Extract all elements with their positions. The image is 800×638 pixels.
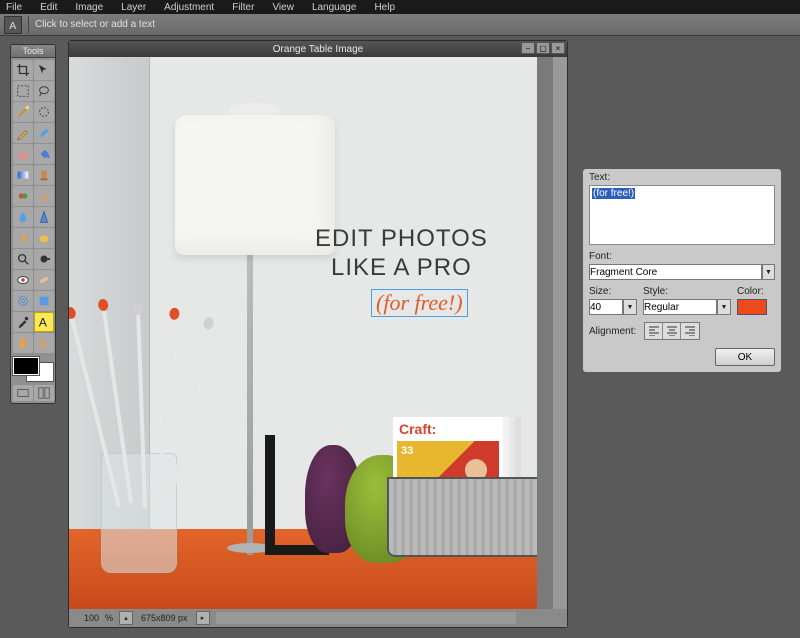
- options-prompt: Click to select or add a text: [35, 19, 155, 30]
- separator: [28, 16, 29, 34]
- foreground-swatch[interactable]: [13, 357, 39, 375]
- style-select[interactable]: [643, 299, 717, 315]
- text-tool-indicator-icon: A: [4, 16, 22, 34]
- crop-tool[interactable]: [13, 60, 33, 80]
- maximize-button[interactable]: ▢: [536, 42, 550, 54]
- tools-palette: Tools A: [10, 44, 56, 404]
- photo-content: Craft: 33 EDIT PHOTOSLIKE A PRO (for fre…: [69, 57, 537, 609]
- document-titlebar[interactable]: Orange Table Image – ▢ ×: [69, 41, 567, 57]
- draw-tool[interactable]: [34, 186, 54, 206]
- magazine-number: 33: [401, 445, 413, 457]
- style-dropdown-icon[interactable]: ▼: [717, 299, 731, 315]
- lasso-tool[interactable]: [34, 81, 54, 101]
- canvas-dimensions: 675x809 px: [135, 613, 194, 623]
- pencil-tool[interactable]: [13, 123, 33, 143]
- eyedropper-tool[interactable]: [13, 312, 33, 332]
- color-label: Color:: [737, 286, 767, 297]
- size-dropdown-icon[interactable]: ▼: [623, 299, 637, 315]
- smudge-tool[interactable]: [13, 228, 33, 248]
- brush-select-tool[interactable]: [34, 102, 54, 122]
- overlay-heading[interactable]: EDIT PHOTOSLIKE A PRO: [315, 225, 488, 283]
- palette-button-left[interactable]: [13, 385, 33, 401]
- style-label: Style:: [643, 286, 731, 297]
- heal-tool[interactable]: [34, 270, 54, 290]
- gradient-tool[interactable]: [13, 165, 33, 185]
- shape-tool[interactable]: [34, 291, 54, 311]
- clone-tool[interactable]: [34, 165, 54, 185]
- text-label: Text:: [589, 172, 775, 183]
- horizontal-scrollbar[interactable]: [216, 612, 516, 624]
- menu-bar: File Edit Image Layer Adjustment Filter …: [0, 0, 800, 14]
- align-left-button[interactable]: [645, 323, 663, 339]
- palette-button-right[interactable]: [34, 385, 54, 401]
- sponge-tool[interactable]: [34, 228, 54, 248]
- tools-grid: A: [11, 58, 55, 355]
- magazine-title: Craft:: [393, 417, 503, 441]
- zoom-unit: %: [101, 613, 117, 623]
- marquee-tool[interactable]: [13, 81, 33, 101]
- align-right-button[interactable]: [681, 323, 699, 339]
- hand-tool[interactable]: [13, 333, 33, 353]
- sharpen-tool[interactable]: [34, 207, 54, 227]
- move-tool[interactable]: [34, 60, 54, 80]
- font-dropdown-icon[interactable]: ▼: [762, 264, 775, 280]
- text-properties-panel: Text: (for free!) Font: ▼ Size: ▼ Style:…: [582, 168, 782, 373]
- text-input[interactable]: (for free!): [589, 185, 775, 245]
- blur-tool[interactable]: [13, 207, 33, 227]
- close-button[interactable]: ×: [551, 42, 565, 54]
- menu-help[interactable]: Help: [374, 2, 395, 13]
- ok-button[interactable]: OK: [715, 348, 775, 366]
- svg-text:A: A: [39, 315, 48, 329]
- wand-tool[interactable]: [13, 102, 33, 122]
- color-replace-tool[interactable]: [13, 186, 33, 206]
- align-center-button[interactable]: [663, 323, 681, 339]
- font-label: Font:: [589, 251, 775, 262]
- document-canvas[interactable]: Craft: 33 EDIT PHOTOSLIKE A PRO (for fre…: [69, 57, 551, 609]
- font-select[interactable]: [589, 264, 762, 280]
- minimize-button[interactable]: –: [521, 42, 535, 54]
- menu-layer[interactable]: Layer: [121, 2, 146, 13]
- menu-view[interactable]: View: [272, 2, 294, 13]
- menu-image[interactable]: Image: [75, 2, 103, 13]
- brush-tool[interactable]: [34, 123, 54, 143]
- eraser-tool[interactable]: [13, 144, 33, 164]
- document-status-bar: 100 % ▴ 675x809 px ▸: [69, 609, 567, 627]
- tools-title: Tools: [11, 45, 55, 58]
- menu-edit[interactable]: Edit: [40, 2, 57, 13]
- document-title: Orange Table Image: [273, 44, 363, 55]
- document-window: Orange Table Image – ▢ × Craft: 33: [68, 40, 568, 628]
- rotate-tool[interactable]: [34, 333, 54, 353]
- info-stepper[interactable]: ▸: [196, 611, 210, 625]
- warp-tool[interactable]: [13, 291, 33, 311]
- menu-file[interactable]: File: [6, 2, 22, 13]
- tool-options-bar: A Click to select or add a text: [0, 14, 800, 36]
- redeye-tool[interactable]: [13, 270, 33, 290]
- alignment-label: Alignment:: [589, 326, 636, 337]
- size-label: Size:: [589, 286, 637, 297]
- alignment-buttons: [644, 322, 700, 340]
- size-input[interactable]: [589, 299, 623, 315]
- menu-adjustment[interactable]: Adjustment: [164, 2, 214, 13]
- bucket-tool[interactable]: [34, 144, 54, 164]
- svg-text:A: A: [9, 19, 16, 30]
- vertical-scrollbar[interactable]: [553, 57, 567, 609]
- text-tool[interactable]: A: [34, 312, 54, 332]
- menu-language[interactable]: Language: [312, 2, 357, 13]
- overlay-subtext-selected[interactable]: (for free!): [371, 289, 468, 317]
- zoom-stepper[interactable]: ▴: [119, 611, 133, 625]
- menu-filter[interactable]: Filter: [232, 2, 254, 13]
- color-swatch[interactable]: [737, 299, 767, 315]
- color-swatches[interactable]: [13, 357, 53, 381]
- zoom-tool[interactable]: [13, 249, 33, 269]
- dodge-tool[interactable]: [34, 249, 54, 269]
- zoom-value[interactable]: 100: [69, 613, 101, 623]
